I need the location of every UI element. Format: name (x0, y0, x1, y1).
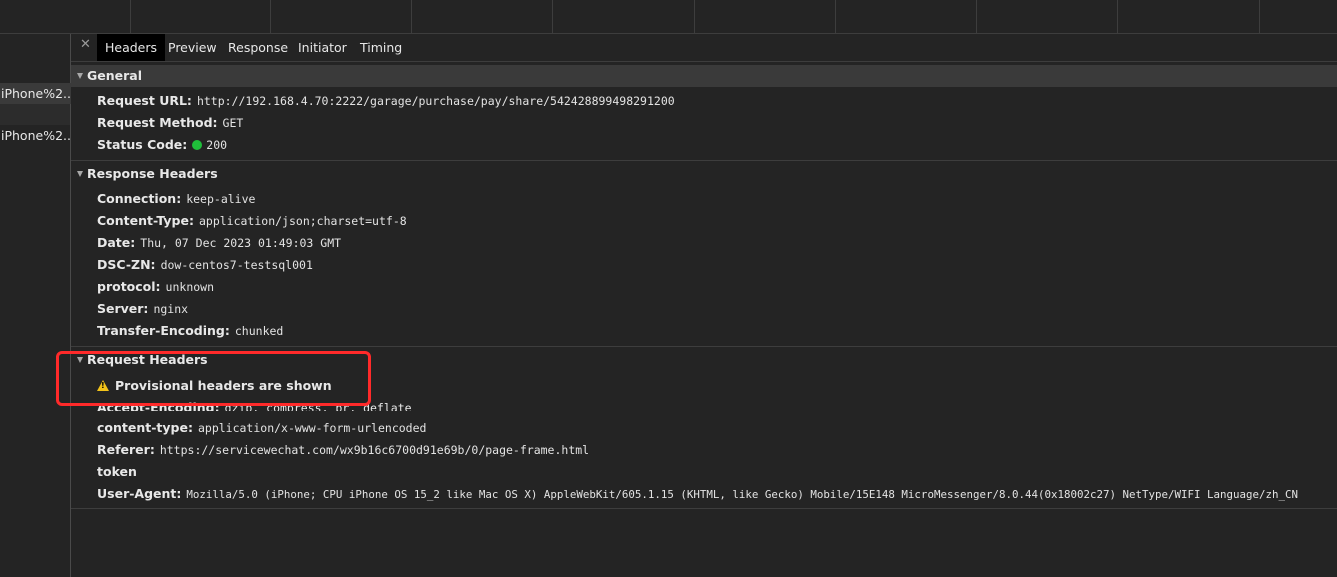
header-row: Referer: https://servicewechat.com/wx9b16… (97, 439, 589, 461)
header-key: Connection: (97, 191, 182, 206)
toolbar-divider (976, 0, 977, 33)
highlight-annotation (56, 351, 371, 406)
header-key: User-Agent: (97, 486, 182, 501)
toolbar-divider (835, 0, 836, 33)
tab-headers[interactable]: Headers (97, 34, 166, 61)
header-key: Transfer-Encoding: (97, 323, 230, 338)
header-value[interactable]: application/x-www-form-urlencoded (198, 421, 426, 435)
close-icon[interactable]: ✕ (80, 37, 91, 52)
header-row: User-Agent: Mozilla/5.0 (iPhone; CPU iPho… (97, 483, 1298, 505)
toolbar-divider (411, 0, 412, 33)
request-item[interactable]: iPhone%2... (0, 125, 71, 146)
header-key: Referer: (97, 442, 155, 457)
header-value[interactable]: unknown (166, 280, 214, 294)
header-key: content-type: (97, 420, 193, 435)
header-key: token (97, 464, 137, 479)
header-row: protocol: unknown (97, 276, 214, 298)
status-ok-icon (192, 140, 203, 150)
toolbar-divider (270, 0, 271, 33)
header-value[interactable]: https://servicewechat.com/wx9b16c6700d91… (160, 443, 589, 457)
tab-preview[interactable]: Preview (160, 34, 225, 61)
request-list-gap (0, 104, 70, 125)
section-title: Response Headers (87, 166, 218, 181)
network-toolbar (0, 0, 1337, 34)
toolbar-divider (1117, 0, 1118, 33)
header-row: Content-Type: application/json;charset=ut… (97, 210, 407, 232)
header-row: Request Method: GET (97, 112, 243, 134)
header-row: Request URL: http://192.168.4.70:2222/gar… (97, 90, 675, 112)
header-row: token (97, 461, 142, 483)
section-divider (71, 508, 1337, 509)
header-key: Status Code: (97, 137, 188, 152)
tab-initiator[interactable]: Initiator (290, 34, 355, 61)
toolbar-divider (552, 0, 553, 33)
header-value[interactable]: chunked (235, 324, 283, 338)
response-headers-header[interactable]: Response Headers (71, 163, 1337, 185)
header-row: Date: Thu, 07 Dec 2023 01:49:03 GMT (97, 232, 341, 254)
response-headers-section: Response Headers (71, 163, 1337, 185)
header-value[interactable]: Mozilla/5.0 (iPhone; CPU iPhone OS 15_2 … (186, 488, 1298, 501)
header-key: Server: (97, 301, 149, 316)
header-value[interactable]: keep-alive (186, 192, 255, 206)
general-section-header[interactable]: General (71, 65, 1337, 87)
header-row: Status Code: 200 (97, 134, 227, 156)
header-value[interactable]: application/json;charset=utf-8 (199, 214, 407, 228)
request-list: iPhone%2... iPhone%2... (0, 34, 71, 577)
section-title: General (87, 68, 142, 83)
header-value[interactable]: dow-centos7-testsql001 (161, 258, 313, 272)
header-value[interactable]: Thu, 07 Dec 2023 01:49:03 GMT (140, 236, 341, 250)
header-key: protocol: (97, 279, 161, 294)
header-key: Request URL: (97, 93, 192, 108)
header-key: Date: (97, 235, 136, 250)
header-row: content-type: application/x-www-form-urle… (97, 417, 426, 439)
header-value[interactable]: http://192.168.4.70:2222/garage/purchase… (197, 94, 675, 108)
header-key: Content-Type: (97, 213, 194, 228)
detail-tabs: ✕ Headers Preview Response Initiator Tim… (71, 34, 1337, 62)
header-key: DSC-ZN: (97, 257, 156, 272)
header-row: Connection: keep-alive (97, 188, 255, 210)
header-key: Request Method: (97, 115, 218, 130)
triangle-down-icon (77, 73, 83, 79)
header-row: DSC-ZN: dow-centos7-testsql001 (97, 254, 313, 276)
triangle-down-icon (77, 171, 83, 177)
header-row: Transfer-Encoding: chunked (97, 320, 283, 342)
section-divider (71, 346, 1337, 347)
request-item[interactable]: iPhone%2... (0, 83, 71, 104)
header-value[interactable]: nginx (153, 302, 188, 316)
header-value[interactable]: 200 (206, 138, 227, 152)
header-value[interactable]: GET (223, 116, 244, 130)
header-row: Server: nginx (97, 298, 188, 320)
tab-timing[interactable]: Timing (352, 34, 410, 61)
toolbar-divider (130, 0, 131, 33)
tab-response[interactable]: Response (220, 34, 296, 61)
toolbar-divider (694, 0, 695, 33)
toolbar-divider (1259, 0, 1260, 33)
section-divider (71, 160, 1337, 161)
general-section: General (71, 65, 1337, 87)
